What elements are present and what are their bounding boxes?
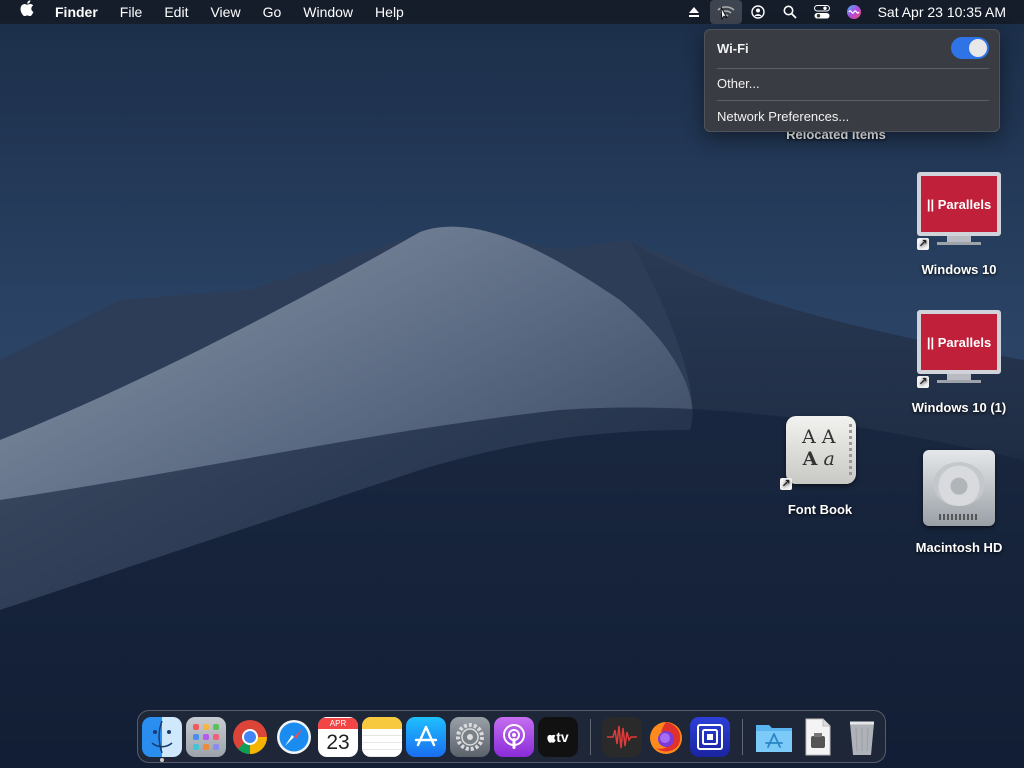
menu-divider <box>717 68 989 69</box>
wifi-toggle-row: Wi-Fi <box>717 37 989 59</box>
menu-bar: Finder File Edit View Go Window Help Sat… <box>0 0 1024 24</box>
calendar-day: 23 <box>326 731 350 754</box>
wifi-icon[interactable] <box>709 0 742 24</box>
menu-divider <box>717 100 989 101</box>
remote-desktop-icon[interactable] <box>690 717 730 757</box>
audio-recorder-icon[interactable] <box>602 717 642 757</box>
trash-icon[interactable] <box>842 717 882 757</box>
alias-arrow-icon: ↗ <box>780 478 792 490</box>
dock: APR 23 tv <box>137 710 886 763</box>
apple-tv-label: tv <box>547 729 569 745</box>
menu-window[interactable]: Window <box>292 0 364 24</box>
parallels-vm-icon: || Parallels <box>917 172 1001 246</box>
menu-view[interactable]: View <box>199 0 251 24</box>
menu-finder[interactable]: Finder <box>44 0 109 24</box>
system-preferences-icon[interactable] <box>450 717 490 757</box>
wifi-menu: Wi-Fi Other... Network Preferences... <box>704 29 1000 132</box>
menu-item-network-preferences[interactable]: Network Preferences... <box>717 109 849 124</box>
notes-icon[interactable] <box>362 717 402 757</box>
search-icon[interactable] <box>774 0 806 24</box>
menu-go[interactable]: Go <box>252 0 293 24</box>
parallels-brand-text: || Parallels <box>926 196 992 212</box>
eject-icon[interactable] <box>678 0 710 24</box>
menu-help[interactable]: Help <box>364 0 415 24</box>
finder-icon[interactable] <box>142 717 182 757</box>
menu-item-other[interactable]: Other... <box>717 76 760 91</box>
desktop-item-windows-10-1[interactable]: || Parallels ↗ Windows 10 (1) <box>903 310 1015 418</box>
control-center-icon[interactable] <box>806 0 838 24</box>
dock-divider <box>590 719 591 755</box>
calendar-icon[interactable]: APR 23 <box>318 717 358 757</box>
podcasts-icon[interactable] <box>494 717 534 757</box>
parallels-brand-text: || Parallels <box>926 334 992 350</box>
siri-icon[interactable] <box>838 0 870 24</box>
apple-icon[interactable] <box>0 0 44 24</box>
desktop-item-font-book[interactable]: A AA a ↗ Font Book <box>770 416 870 520</box>
hard-drive-icon <box>923 450 995 526</box>
dock-divider <box>742 719 743 755</box>
alias-arrow-icon: ↗ <box>917 238 929 250</box>
toggle-knob <box>969 39 987 57</box>
menu-edit[interactable]: Edit <box>153 0 199 24</box>
applications-folder-icon[interactable] <box>754 717 794 757</box>
safari-icon[interactable] <box>274 717 314 757</box>
desktop-item-label: Font Book <box>787 502 853 517</box>
menu-file[interactable]: File <box>109 0 154 24</box>
desktop-item-label: Macintosh HD <box>915 540 1003 555</box>
document-icon[interactable] <box>798 717 838 757</box>
firefox-icon[interactable] <box>646 717 686 757</box>
user-icon[interactable] <box>742 0 774 24</box>
font-book-icon: A AA a <box>786 416 856 484</box>
chrome-icon[interactable] <box>230 717 270 757</box>
running-indicator <box>160 758 164 762</box>
desktop-item-label: Windows 10 <box>921 262 997 277</box>
launchpad-icon[interactable] <box>186 717 226 757</box>
alias-arrow-icon: ↗ <box>917 376 929 388</box>
wifi-toggle[interactable] <box>951 37 989 59</box>
apple-tv-text: tv <box>556 729 569 745</box>
desktop-item-windows-10[interactable]: || Parallels ↗ Windows 10 <box>903 172 1015 280</box>
desktop-item-label: Windows 10 (1) <box>911 400 1007 415</box>
apple-tv-icon[interactable]: tv <box>538 717 578 757</box>
app-store-icon[interactable] <box>406 717 446 757</box>
desktop-item-macintosh-hd[interactable]: Macintosh HD <box>903 448 1015 558</box>
menubar-clock[interactable]: Sat Apr 23 10:35 AM <box>870 0 1024 24</box>
wifi-menu-title: Wi-Fi <box>717 40 749 56</box>
parallels-vm-icon: || Parallels <box>917 310 1001 384</box>
calendar-month: APR <box>318 718 358 729</box>
